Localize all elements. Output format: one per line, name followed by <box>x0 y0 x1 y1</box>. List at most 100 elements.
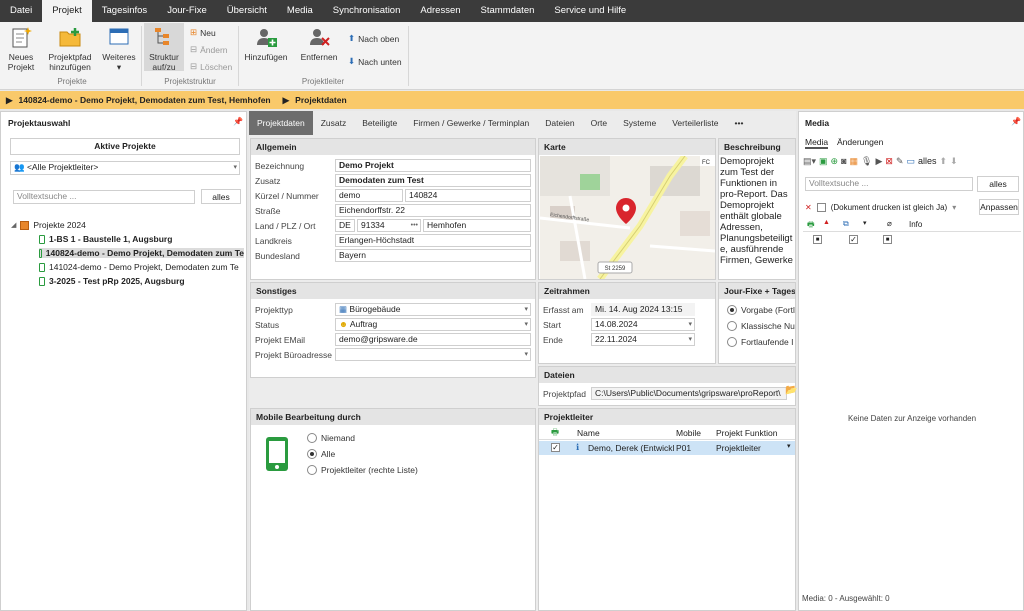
plz-field[interactable]: 91334 ••• <box>357 219 421 232</box>
bundesland-field[interactable]: Bayern <box>335 249 531 262</box>
menu-stammdaten[interactable]: Stammdaten <box>471 0 545 22</box>
search-all-button[interactable]: alles <box>201 189 241 204</box>
new-media-icon[interactable]: ▤▾ <box>803 156 816 167</box>
tab-beteiligte[interactable]: Beteiligte <box>354 111 405 135</box>
checkbox-checked[interactable]: ✓ <box>551 443 560 452</box>
delete-image-icon[interactable]: ⊠ <box>885 156 893 167</box>
media-search-all-button[interactable]: alles <box>977 176 1019 192</box>
customize-button[interactable]: Anpassen <box>979 199 1019 215</box>
menu-jourfixe[interactable]: Jour-Fixe <box>157 0 217 22</box>
menu-datei[interactable]: Datei <box>0 0 42 22</box>
bueroadresse-select[interactable]: ▾ <box>335 348 531 361</box>
table-row[interactable]: ✓ ℹ Demo, Derek (Entwickl P01 Projektlei… <box>539 441 795 455</box>
more-button[interactable]: Weiteres ▾ <box>100 26 138 72</box>
status-select[interactable]: ☻ Auftrag ▾ <box>335 318 531 331</box>
tab-systeme[interactable]: Systeme <box>615 111 664 135</box>
move-down-button[interactable]: ⬇ Nach unten <box>348 56 402 67</box>
tree-root[interactable]: ◢ Projekte 2024 <box>11 220 86 230</box>
media-all-button[interactable]: alles <box>918 156 937 166</box>
end-date-field[interactable]: 22.11.2024 ▾ <box>591 333 695 346</box>
menu-adressen[interactable]: Adressen <box>410 0 470 22</box>
tree-item-selected[interactable]: 140824-demo - Demo Projekt, Demodaten zu… <box>39 248 244 258</box>
leader-select[interactable]: 👥 <Alle Projektleiter> ▾ <box>10 161 240 175</box>
col-name[interactable]: Name <box>577 428 600 438</box>
arrow-down-icon[interactable]: ⬇ <box>950 156 958 167</box>
filter-cell[interactable]: ■ <box>883 235 892 244</box>
aendern-button[interactable]: ⊟ Ändern <box>190 44 228 55</box>
tab-media[interactable]: Media <box>805 137 829 149</box>
tab-aenderungen[interactable]: Änderungen <box>837 137 883 147</box>
menu-projekt[interactable]: Projekt <box>42 0 92 22</box>
add-leader-button[interactable]: Hinzufügen <box>242 26 290 62</box>
tree-item[interactable]: 141024-demo - Demo Projekt, Demodaten zu… <box>39 262 244 272</box>
tab-firmen[interactable]: Firmen / Gewerke / Terminplan <box>405 111 537 135</box>
neu-button[interactable]: ⊞ Neu <box>190 27 216 38</box>
clear-filter-icon[interactable]: ✕ <box>805 203 812 212</box>
pin-icon[interactable]: 📌 <box>1011 117 1021 126</box>
media-search-input[interactable]: Volltextsuche ... <box>805 177 973 191</box>
menu-service[interactable]: Service und Hilfe <box>544 0 636 22</box>
menu-synchronisation[interactable]: Synchronisation <box>323 0 411 22</box>
tree-item[interactable]: 1-BS 1 - Baustelle 1, Augsburg <box>39 234 172 244</box>
col-mobile[interactable]: Mobile <box>676 428 701 438</box>
col-funktion[interactable]: Projekt Funktion <box>716 428 777 438</box>
search-input[interactable]: Volltextsuche ... <box>13 190 195 204</box>
remove-leader-button[interactable]: Entfernen <box>296 26 342 62</box>
email-field[interactable]: demo@gripsware.de <box>335 333 531 346</box>
image-icon[interactable]: ▣ <box>819 156 828 167</box>
projektpfad-field[interactable]: C:\Users\Public\Documents\gripsware\proR… <box>591 387 787 400</box>
tab-projektdaten[interactable]: Projektdaten <box>249 111 313 135</box>
edit-icon[interactable]: ✎ <box>896 156 904 167</box>
breadcrumb-project[interactable]: 140824-demo - Demo Projekt, Demodaten zu… <box>19 95 271 105</box>
tab-verteilerliste[interactable]: Verteilerliste <box>664 111 726 135</box>
tab-orte[interactable]: Orte <box>583 111 616 135</box>
filter-dropdown-icon[interactable]: ▾ <box>952 203 956 212</box>
zusatz-field[interactable]: Demodaten zum Test <box>335 174 531 187</box>
col-info[interactable]: Info <box>909 220 922 229</box>
ort-field[interactable]: Hemhofen <box>423 219 531 232</box>
jourfixe-option[interactable]: Klassische Nu <box>727 321 795 331</box>
pin-icon[interactable]: 📌 <box>233 117 243 126</box>
active-projects-button[interactable]: Aktive Projekte <box>10 138 240 155</box>
tab-zusatz[interactable]: Zusatz <box>313 111 355 135</box>
mobile-option[interactable]: Projektleiter (rechte Liste) <box>307 465 418 475</box>
filter-cell[interactable]: ■ <box>813 235 822 244</box>
breadcrumb-current[interactable]: Projektdaten <box>295 95 347 105</box>
tree-item[interactable]: 3-2025 - Test pRp 2025, Augsburg <box>39 276 185 286</box>
jourfixe-option[interactable]: Fortlaufende I <box>727 337 793 347</box>
more-dots-icon[interactable]: ••• <box>411 220 418 231</box>
add-path-button[interactable]: Projektpfad hinzufügen <box>42 26 98 72</box>
camera-icon[interactable]: ◙ <box>841 156 846 166</box>
bezeichnung-field[interactable]: Demo Projekt <box>335 159 531 172</box>
strasse-field[interactable]: Eichendorffstr. 22 <box>335 204 531 217</box>
arrow-up-icon[interactable]: ⬆ <box>940 156 948 167</box>
map-view[interactable]: Eichendorffstraße St 2259 FC <box>540 156 715 279</box>
move-up-button[interactable]: ⬆ Nach oben <box>348 33 399 44</box>
projekttyp-select[interactable]: ▦ Bürogebäude ▾ <box>335 303 531 316</box>
loeschen-button[interactable]: ⊟ Löschen <box>190 61 232 72</box>
mobile-option[interactable]: Alle <box>307 449 335 459</box>
screen-icon[interactable]: ▭ <box>907 156 916 167</box>
land-field[interactable]: DE <box>335 219 355 232</box>
kuerzel-field[interactable]: demo <box>335 189 403 202</box>
tab-more[interactable]: ••• <box>727 111 752 135</box>
folder-open-icon[interactable]: 📂 <box>785 385 797 396</box>
filter-cell-checked[interactable]: ✓ <box>849 235 858 244</box>
video-icon[interactable]: ▶ <box>875 156 882 167</box>
structure-toggle-button[interactable]: Struktur auf/zu <box>144 23 184 72</box>
menu-uebersicht[interactable]: Übersicht <box>217 0 277 22</box>
microphone-icon[interactable]: 🎙 <box>861 156 872 167</box>
nummer-field[interactable]: 140824 <box>405 189 531 202</box>
gallery-icon[interactable]: ▦ <box>850 156 859 167</box>
chevron-down-icon[interactable]: ▾ <box>787 442 791 450</box>
add-icon[interactable]: ⊕ <box>831 156 839 167</box>
filter-checkbox[interactable] <box>816 203 826 212</box>
beschreibung-text[interactable]: Demoprojekt zum Test der Funktionen in p… <box>719 156 795 266</box>
menu-tagesinfos[interactable]: Tagesinfos <box>92 0 157 22</box>
jourfixe-option[interactable]: Vorgabe (Fortl <box>727 305 795 315</box>
tab-dateien[interactable]: Dateien <box>537 111 582 135</box>
menu-media[interactable]: Media <box>277 0 323 22</box>
new-project-button[interactable]: Neues Projekt <box>4 26 38 72</box>
mobile-option[interactable]: Niemand <box>307 433 355 443</box>
start-date-field[interactable]: 14.08.2024 ▾ <box>591 318 695 331</box>
